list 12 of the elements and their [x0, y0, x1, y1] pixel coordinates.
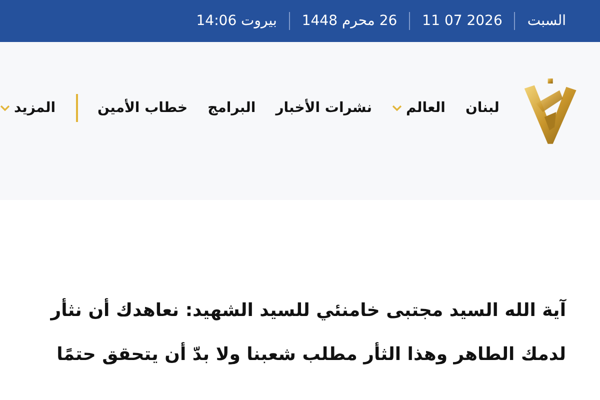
nav-link[interactable]: المزيد [0, 100, 56, 116]
date-info-text: 2026 07 11 [422, 13, 502, 29]
headline-text: آية الله السيد مجتبى خامنئي للسيد الشهيد: نعاهدك أن نثأر [49, 297, 566, 323]
headline-text: لدمك الطاهر وهذا الثأر مطلب شعبنا ولا بدّ أن يتحقق حتمًا [56, 341, 566, 367]
date-info-text: السبت [527, 13, 566, 29]
nav-link[interactable]: البرامج [208, 100, 256, 116]
date-info-text: 26 محرم 1448 [302, 13, 398, 29]
nav-link[interactable]: لبنان [465, 100, 500, 116]
nav-link[interactable]: نشرات الأخبار [276, 100, 372, 116]
date-info-text: بيروت 14:06 [196, 13, 277, 29]
nav-link[interactable]: خطاب الأمين [98, 100, 188, 116]
nav-link[interactable]: العالم [392, 100, 446, 116]
